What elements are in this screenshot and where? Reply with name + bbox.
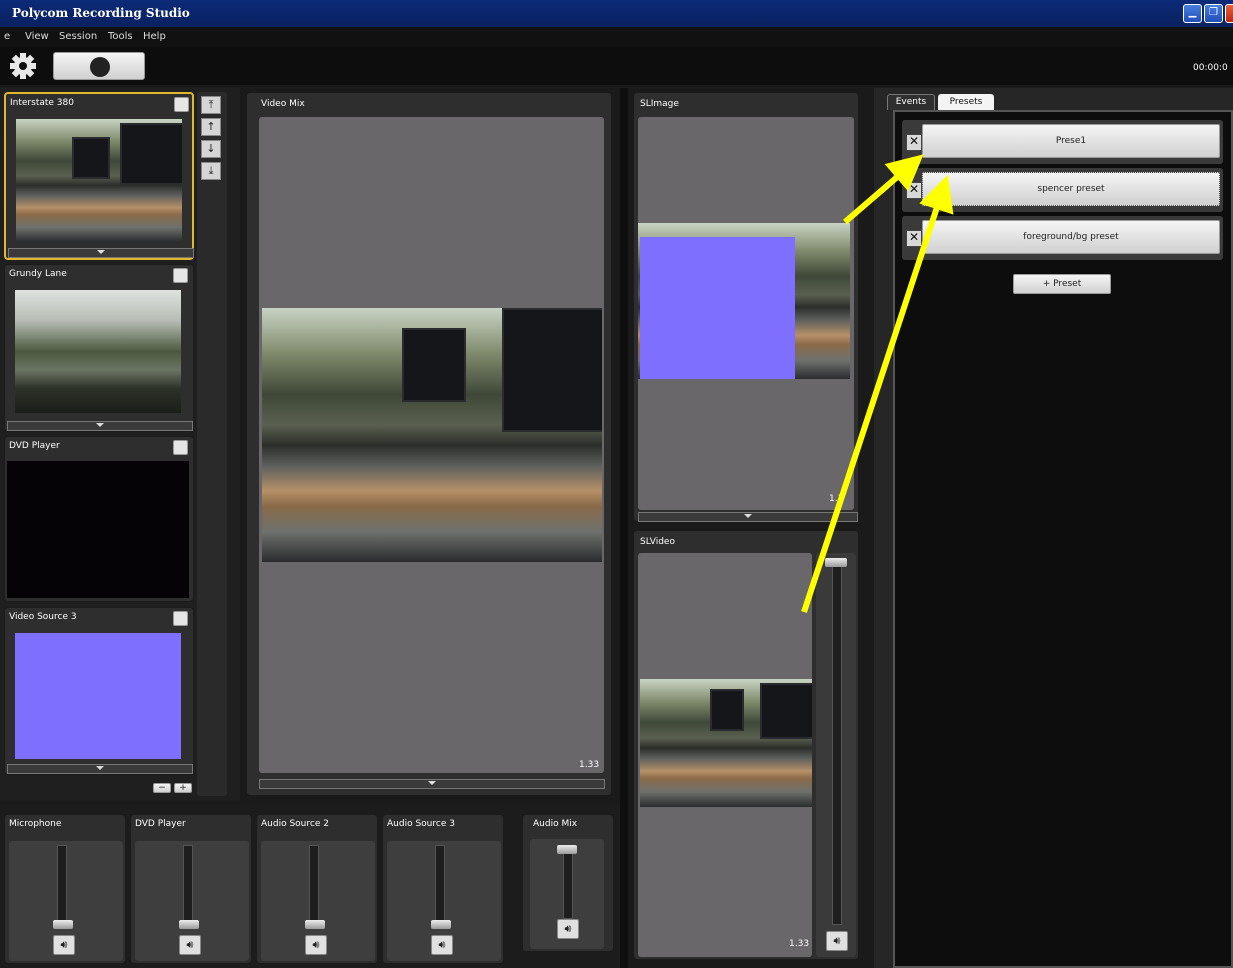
annotation-arrow	[843, 154, 924, 225]
annotation-arrows	[801, 154, 954, 613]
annotation-arrow	[801, 174, 954, 613]
